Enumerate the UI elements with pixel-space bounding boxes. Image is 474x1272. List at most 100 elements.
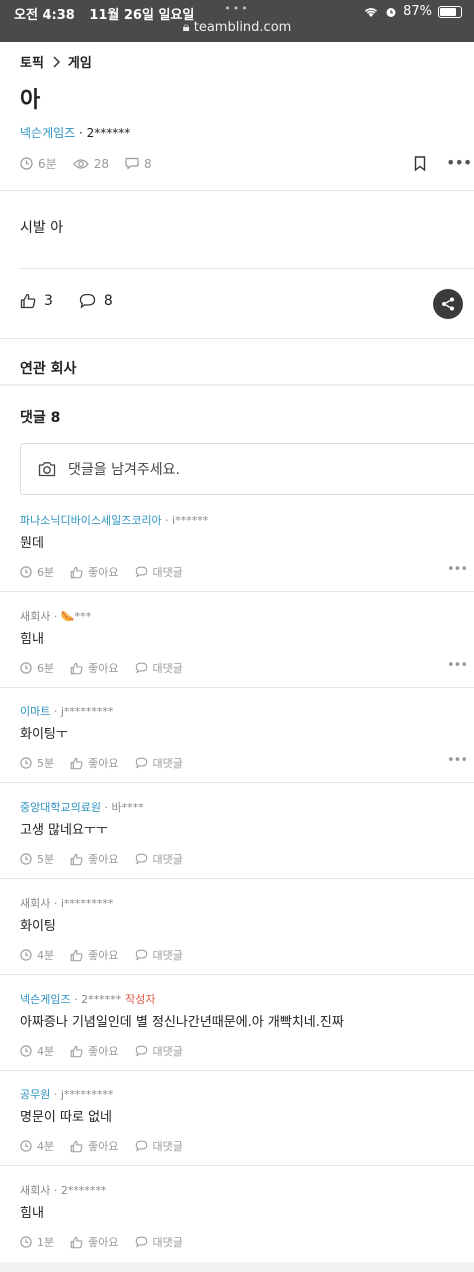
comment-like-button[interactable]: 좋아요 [70,564,119,580]
comment-reply-button[interactable]: 대댓글 [135,660,183,676]
comment-reply-label: 대댓글 [152,853,183,866]
comment-more-icon[interactable]: ••• [447,753,468,768]
comment-time: 4분 [37,1045,55,1058]
comment-reply-button[interactable]: 대댓글 [135,1234,183,1250]
comment-meta: 넥슨게임즈 · 2****** 작성자 [20,991,155,1007]
comment-meta: 새회사 · 2******* [20,1182,106,1198]
comment-reply-button[interactable]: 대댓글 [135,755,183,771]
comment-reply-button[interactable]: 대댓글 [135,947,183,963]
status-indicators: 87% [363,4,462,19]
comment-like-label: 좋아요 [88,757,119,770]
comment-author: · i********* [53,897,114,910]
comment-actions: 5분 좋아요 대댓글 [20,851,183,867]
thumbs-up-icon [20,293,36,309]
share-button[interactable] [433,289,463,319]
camera-icon[interactable] [38,461,56,477]
battery-icon [438,5,462,18]
comment-time-stat: 4분 [20,947,54,963]
reply-bubble-icon [135,1045,148,1057]
comment-like-label: 좋아요 [88,1140,119,1153]
related-companies-heading: 연관 회사 [20,361,77,377]
comment-like-button[interactable]: 좋아요 [70,755,119,771]
comment-company[interactable]: 파나소닉디바이스세일즈코리아 [20,514,162,527]
clock-icon [20,949,32,961]
like-button[interactable]: 3 [20,293,53,309]
alarm-icon [385,6,397,18]
reply-bubble-icon [135,853,148,865]
comment-time: 5분 [37,853,55,866]
breadcrumb-category[interactable]: 게임 [68,52,92,71]
comment-input[interactable]: 댓글을 남겨주세요. [20,443,474,495]
comment-author: · j********* [53,1088,114,1101]
comment-author: · j********* [53,705,114,718]
comment-more-icon[interactable]: ••• [447,562,468,577]
post-company-link[interactable]: 넥슨게임즈 [20,126,75,140]
comment-like-button[interactable]: 좋아요 [70,851,119,867]
breadcrumb-topic[interactable]: 토픽 [20,52,44,71]
comment-time-stat: 4분 [20,1138,54,1154]
comment-company[interactable]: 넥슨게임즈 [20,993,71,1006]
chevron-right-icon [52,55,60,68]
more-options-icon[interactable]: ••• [446,153,472,172]
comment-bubble-icon [79,293,96,309]
comments-heading: 댓글 8 [20,410,61,426]
comment-author: · 바**** [104,801,144,814]
comment-reply-button[interactable]: 대댓글 [135,1138,183,1154]
comment-company[interactable]: 공무원 [20,1088,50,1101]
divider [0,338,474,339]
comment-like-label: 좋아요 [88,566,119,579]
thumbs-up-icon [70,566,83,579]
url-text: teamblind.com [193,20,292,35]
reply-bubble-icon [135,949,148,961]
comment-reply-label: 대댓글 [152,662,183,675]
bookmark-icon[interactable] [414,156,426,171]
comment-reply-button[interactable]: 대댓글 [135,1043,183,1059]
comment-button[interactable]: 8 [79,293,113,309]
comment-reply-button[interactable]: 대댓글 [135,851,183,867]
comment-time: 5분 [37,757,55,770]
comment-company[interactable]: 이마트 [20,705,50,718]
clock-icon [20,566,32,578]
comment-company[interactable]: 중앙대학교의료원 [20,801,101,814]
clock-icon [20,757,32,769]
comment-time-stat: 1분 [20,1234,54,1250]
url-bar[interactable]: 🔒︎ teamblind.com [0,20,474,35]
divider [0,190,474,191]
comment-more-icon[interactable]: ••• [447,658,468,673]
divider [0,687,474,688]
comment-like-button[interactable]: 좋아요 [70,1138,119,1154]
post-author-meta: 넥슨게임즈 · 2****** [20,124,130,141]
comment-reply-button[interactable]: 대댓글 [135,564,183,580]
comment-reply-label: 대댓글 [152,1236,183,1249]
comment-time: 6분 [37,662,55,675]
comment-like-button[interactable]: 좋아요 [70,1234,119,1250]
comment-reply-label: 대댓글 [152,566,183,579]
comment-text: 명문이 따로 없네 [20,1110,112,1125]
divider [20,268,474,269]
post-time: 6분 [38,157,57,171]
comment-reply-label: 대댓글 [152,757,183,770]
comment-actions: 5분 좋아요 대댓글 [20,755,183,771]
comment-meta: 새회사 · 🌭*** [20,608,91,624]
comment-text: 힘내 [20,1206,44,1221]
comment-time: 6분 [37,566,55,579]
comment-like-button[interactable]: 좋아요 [70,1043,119,1059]
clock-icon [20,853,32,865]
share-icon [441,297,455,311]
post-title: 아 [20,88,41,113]
clock-icon [20,662,32,674]
lock-icon: 🔒︎ [182,20,190,35]
thumbs-up-icon [70,662,83,675]
wifi-icon [363,6,379,18]
comment-like-label: 좋아요 [88,853,119,866]
comment-text: 힘내 [20,632,44,647]
comment-time-stat: 5분 [20,755,54,771]
comment-like-button[interactable]: 좋아요 [70,947,119,963]
divider [0,591,474,592]
comment-time-stat: 5분 [20,851,54,867]
battery-percent: 87% [403,4,432,19]
thumbs-up-icon [70,1045,83,1058]
comment-time: 1분 [37,1236,55,1249]
comment-like-button[interactable]: 좋아요 [70,660,119,676]
comment-text: 아짜증나 기념일인데 별 정신나간년때문에.아 개빡치네.진짜 [20,1015,344,1030]
